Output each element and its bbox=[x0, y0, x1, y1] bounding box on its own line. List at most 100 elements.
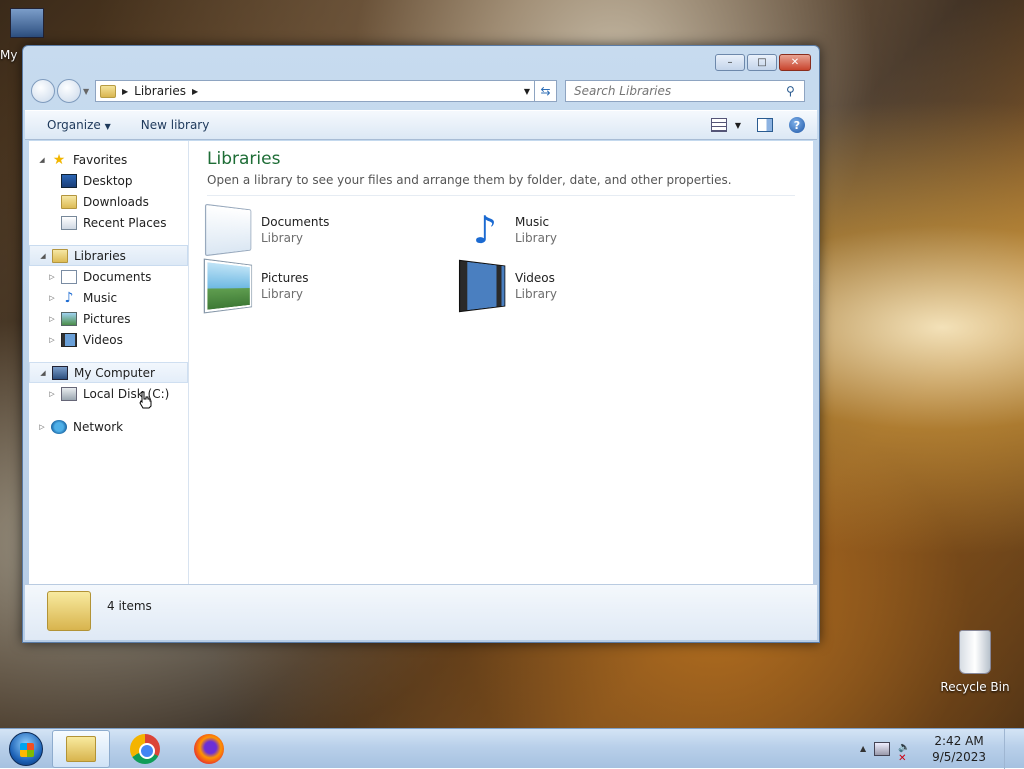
nav-item-local-disk[interactable]: ▷ Local Disk (C:) bbox=[29, 383, 188, 404]
music-icon: ♪ bbox=[64, 289, 74, 306]
pictures-icon bbox=[61, 311, 77, 326]
library-type: Library bbox=[261, 231, 303, 245]
firefox-icon bbox=[194, 733, 224, 764]
nav-item-desktop[interactable]: Desktop bbox=[29, 170, 188, 191]
clock-time: 2:42 AM bbox=[934, 733, 984, 748]
library-item-documents[interactable]: Documents Library bbox=[204, 202, 461, 258]
nav-libraries[interactable]: ◢ Libraries bbox=[29, 245, 188, 266]
collapsed-arrow-icon[interactable]: ▷ bbox=[47, 315, 57, 323]
forward-button[interactable] bbox=[57, 79, 81, 103]
network-status-icon[interactable] bbox=[874, 741, 891, 756]
taskbar-chrome[interactable] bbox=[116, 730, 174, 768]
nav-item-music[interactable]: ▷ ♪ Music bbox=[29, 287, 188, 308]
expanded-arrow-icon[interactable]: ◢ bbox=[38, 252, 48, 260]
library-name: Videos bbox=[515, 271, 555, 285]
organize-button[interactable]: Organize ▼ bbox=[47, 118, 111, 132]
nav-favorites[interactable]: ◢ ★ Favorites bbox=[29, 149, 188, 170]
new-library-button[interactable]: New library bbox=[141, 118, 210, 132]
search-box[interactable]: ⚲ bbox=[565, 80, 805, 102]
chevron-down-icon: ▼ bbox=[104, 122, 111, 131]
library-item-videos[interactable]: Videos Library bbox=[458, 258, 715, 314]
nav-label: Network bbox=[73, 419, 124, 434]
show-desktop-button[interactable] bbox=[1004, 728, 1018, 769]
recycle-bin-icon bbox=[959, 630, 991, 674]
windows-logo-icon bbox=[9, 731, 43, 766]
content-pane: Libraries Open a library to see your fil… bbox=[189, 141, 813, 584]
nav-label: Local Disk (C:) bbox=[83, 386, 170, 401]
hard-disk-icon bbox=[61, 386, 77, 401]
nav-label: Music bbox=[83, 290, 118, 305]
collapsed-arrow-icon[interactable]: ▷ bbox=[47, 273, 57, 281]
library-type: Library bbox=[515, 231, 557, 245]
recent-pages-dropdown[interactable]: ▼ bbox=[83, 87, 93, 96]
libraries-icon bbox=[52, 248, 68, 263]
chevron-down-icon: ▼ bbox=[734, 120, 741, 130]
computer-icon bbox=[10, 8, 44, 38]
taskbar-firefox[interactable] bbox=[180, 730, 238, 768]
library-type: Library bbox=[515, 287, 557, 301]
nav-item-pictures[interactable]: ▷ Pictures bbox=[29, 308, 188, 329]
navigation-pane: ◢ ★ Favorites Desktop Downloads Recent P… bbox=[29, 141, 189, 584]
volume-muted-icon[interactable]: 🔈✕ bbox=[898, 742, 914, 764]
recent-places-icon bbox=[61, 215, 77, 230]
collapsed-arrow-icon[interactable]: ▷ bbox=[47, 294, 57, 302]
minimize-button[interactable]: – bbox=[715, 54, 745, 71]
nav-item-documents[interactable]: ▷ Documents bbox=[29, 266, 188, 287]
collapsed-arrow-icon[interactable]: ▷ bbox=[47, 336, 57, 344]
breadcrumb-arrow-icon[interactable]: ▶ bbox=[122, 87, 128, 96]
close-button[interactable]: ✕ bbox=[779, 54, 811, 71]
item-count: 4 items bbox=[107, 599, 152, 613]
library-item-pictures[interactable]: Pictures Library bbox=[203, 258, 461, 314]
nav-label: Downloads bbox=[83, 194, 149, 209]
collapsed-arrow-icon[interactable]: ▷ bbox=[37, 423, 47, 431]
desktop-icon-label: My bbox=[0, 48, 18, 62]
explorer-body: ◢ ★ Favorites Desktop Downloads Recent P… bbox=[29, 141, 813, 584]
page-subtitle: Open a library to see your files and arr… bbox=[207, 173, 795, 196]
maximize-button[interactable]: □ bbox=[747, 54, 777, 71]
nav-label: Documents bbox=[83, 269, 152, 284]
nav-item-downloads[interactable]: Downloads bbox=[29, 191, 188, 212]
expanded-arrow-icon[interactable]: ◢ bbox=[37, 156, 47, 164]
nav-my-computer[interactable]: ◢ My Computer bbox=[29, 362, 188, 383]
show-hidden-icons-button[interactable]: ▲ bbox=[860, 744, 866, 753]
details-pane: 4 items bbox=[25, 584, 817, 640]
nav-label: Desktop bbox=[83, 173, 133, 188]
collapsed-arrow-icon[interactable]: ▷ bbox=[47, 390, 57, 398]
window-controls: – □ ✕ bbox=[715, 54, 811, 71]
system-tray: ▲ 🔈✕ 2:42 AM 9/5/2023 bbox=[860, 728, 1024, 769]
nav-label: Videos bbox=[83, 332, 123, 347]
address-bar[interactable]: ▶ Libraries ▶ ▼ bbox=[95, 80, 535, 102]
desktop-icon-recycle-bin[interactable]: Recycle Bin bbox=[940, 630, 1010, 694]
library-item-music[interactable]: ♪ Music Library bbox=[461, 202, 715, 258]
music-library-icon: ♪ bbox=[472, 208, 498, 252]
nav-label: Libraries bbox=[74, 248, 126, 263]
start-button[interactable] bbox=[6, 729, 46, 769]
change-view-button[interactable]: ▼ bbox=[710, 118, 741, 132]
library-name: Pictures bbox=[261, 271, 309, 285]
search-icon[interactable]: ⚲ bbox=[786, 84, 804, 98]
documents-library-icon bbox=[204, 203, 252, 257]
documents-icon bbox=[61, 269, 77, 284]
nav-item-recent-places[interactable]: Recent Places bbox=[29, 212, 188, 233]
nav-network[interactable]: ▷ Network bbox=[29, 416, 188, 437]
taskbar: ▲ 🔈✕ 2:42 AM 9/5/2023 bbox=[0, 728, 1024, 769]
nav-label: Favorites bbox=[73, 152, 128, 167]
refresh-button[interactable]: ⇆ bbox=[535, 80, 557, 102]
clock[interactable]: 2:42 AM 9/5/2023 bbox=[922, 733, 996, 765]
search-input[interactable] bbox=[572, 83, 786, 99]
nav-item-videos[interactable]: ▷ Videos bbox=[29, 329, 188, 350]
nav-label: My Computer bbox=[74, 365, 155, 380]
libraries-folder-icon bbox=[47, 591, 91, 631]
expanded-arrow-icon[interactable]: ◢ bbox=[38, 369, 48, 377]
preview-pane-button[interactable] bbox=[757, 118, 773, 132]
desktop-icon bbox=[61, 173, 77, 188]
back-button[interactable] bbox=[31, 79, 55, 103]
desktop-icon-label: Recycle Bin bbox=[940, 680, 1010, 694]
breadcrumb-arrow-icon[interactable]: ▶ bbox=[192, 87, 198, 96]
breadcrumb-libraries[interactable]: Libraries bbox=[134, 84, 186, 98]
nav-label: Pictures bbox=[83, 311, 131, 326]
address-dropdown-icon[interactable]: ▼ bbox=[520, 87, 534, 96]
downloads-folder-icon bbox=[61, 194, 77, 209]
help-icon[interactable]: ? bbox=[789, 117, 805, 133]
taskbar-explorer[interactable] bbox=[52, 729, 110, 768]
